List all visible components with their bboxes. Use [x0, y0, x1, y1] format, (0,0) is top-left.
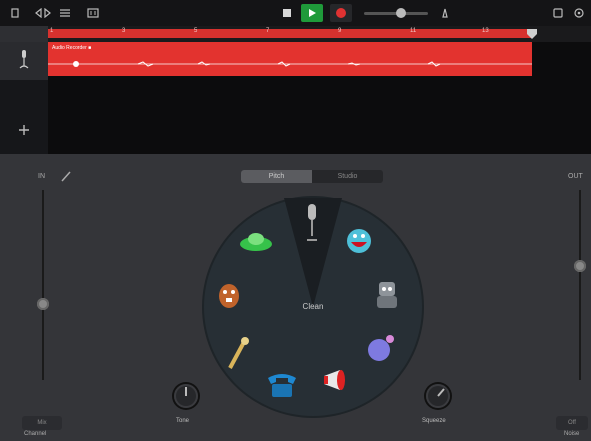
robot-voice-icon[interactable]: [374, 278, 400, 310]
input-level-slider[interactable]: [42, 190, 44, 380]
output-level-knob[interactable]: [574, 260, 586, 272]
chipmunk-voice-icon[interactable]: [214, 278, 244, 310]
mixer-icon[interactable]: [86, 0, 100, 26]
mode-segmented-control[interactable]: Pitch Studio: [241, 170, 383, 183]
tab-studio[interactable]: Studio: [312, 170, 383, 183]
microphone-voice-icon[interactable]: [302, 204, 322, 244]
ruler-marker: 5: [194, 28, 198, 34]
output-label: OUT: [568, 173, 583, 180]
tracks-view-icon[interactable]: [58, 0, 72, 26]
browser-icon[interactable]: [34, 0, 52, 26]
tone-label: Tone: [176, 418, 190, 424]
stop-button[interactable]: [279, 0, 295, 26]
add-track-icon[interactable]: [18, 124, 30, 136]
region-name: Audio Recorder ■: [52, 45, 92, 51]
ruler-marker: 13: [482, 28, 489, 34]
playhead-icon[interactable]: [526, 28, 538, 40]
mix-button-label: Mix: [37, 420, 47, 426]
tone-knob[interactable]: [174, 384, 198, 408]
ruler-marker: 1: [50, 28, 54, 34]
output-level-slider[interactable]: [579, 190, 581, 380]
noise-label: Noise: [564, 431, 580, 437]
input-settings-icon[interactable]: [60, 170, 72, 182]
ruler-marker: 7: [266, 28, 270, 34]
track-header-audio-recorder[interactable]: [0, 42, 48, 80]
noise-gate-button-label: Off: [568, 420, 576, 426]
audio-region[interactable]: Audio Recorder ■: [48, 42, 532, 76]
master-volume-knob[interactable]: [396, 8, 406, 18]
noise-gate-button[interactable]: Off: [556, 416, 588, 430]
channel-label: Channel: [24, 431, 47, 437]
mix-button[interactable]: Mix: [22, 416, 62, 430]
ruler-marker: 3: [122, 28, 126, 34]
telephone-voice-icon[interactable]: [266, 370, 298, 400]
mic-track-icon: [19, 50, 29, 69]
voice-name-label: Clean: [302, 302, 324, 311]
timeline-ruler[interactable]: 1 3 5 7 9 11 13: [48, 26, 591, 42]
monster-voice-icon[interactable]: [344, 226, 374, 256]
record-button[interactable]: [330, 4, 352, 22]
bubbles-voice-icon[interactable]: [366, 332, 396, 364]
metronome-icon[interactable]: [438, 0, 452, 26]
loop-browser-icon[interactable]: [552, 0, 564, 26]
ruler-region-highlight: [48, 29, 532, 38]
play-button[interactable]: [301, 4, 323, 22]
mic-stick-voice-icon[interactable]: [226, 336, 250, 372]
ruler-marker: 9: [338, 28, 342, 34]
input-label: IN: [38, 173, 45, 180]
megaphone-voice-icon[interactable]: [320, 366, 354, 394]
my-songs-icon[interactable]: [8, 0, 22, 26]
ruler-marker: 11: [410, 28, 417, 34]
settings-icon[interactable]: [572, 0, 586, 26]
squeeze-label: Squeeze: [422, 418, 446, 424]
tab-pitch[interactable]: Pitch: [241, 170, 312, 183]
squeeze-knob[interactable]: [426, 384, 450, 408]
input-level-knob[interactable]: [37, 298, 49, 310]
waveform: [48, 61, 532, 67]
alien-ufo-voice-icon[interactable]: [238, 228, 274, 256]
